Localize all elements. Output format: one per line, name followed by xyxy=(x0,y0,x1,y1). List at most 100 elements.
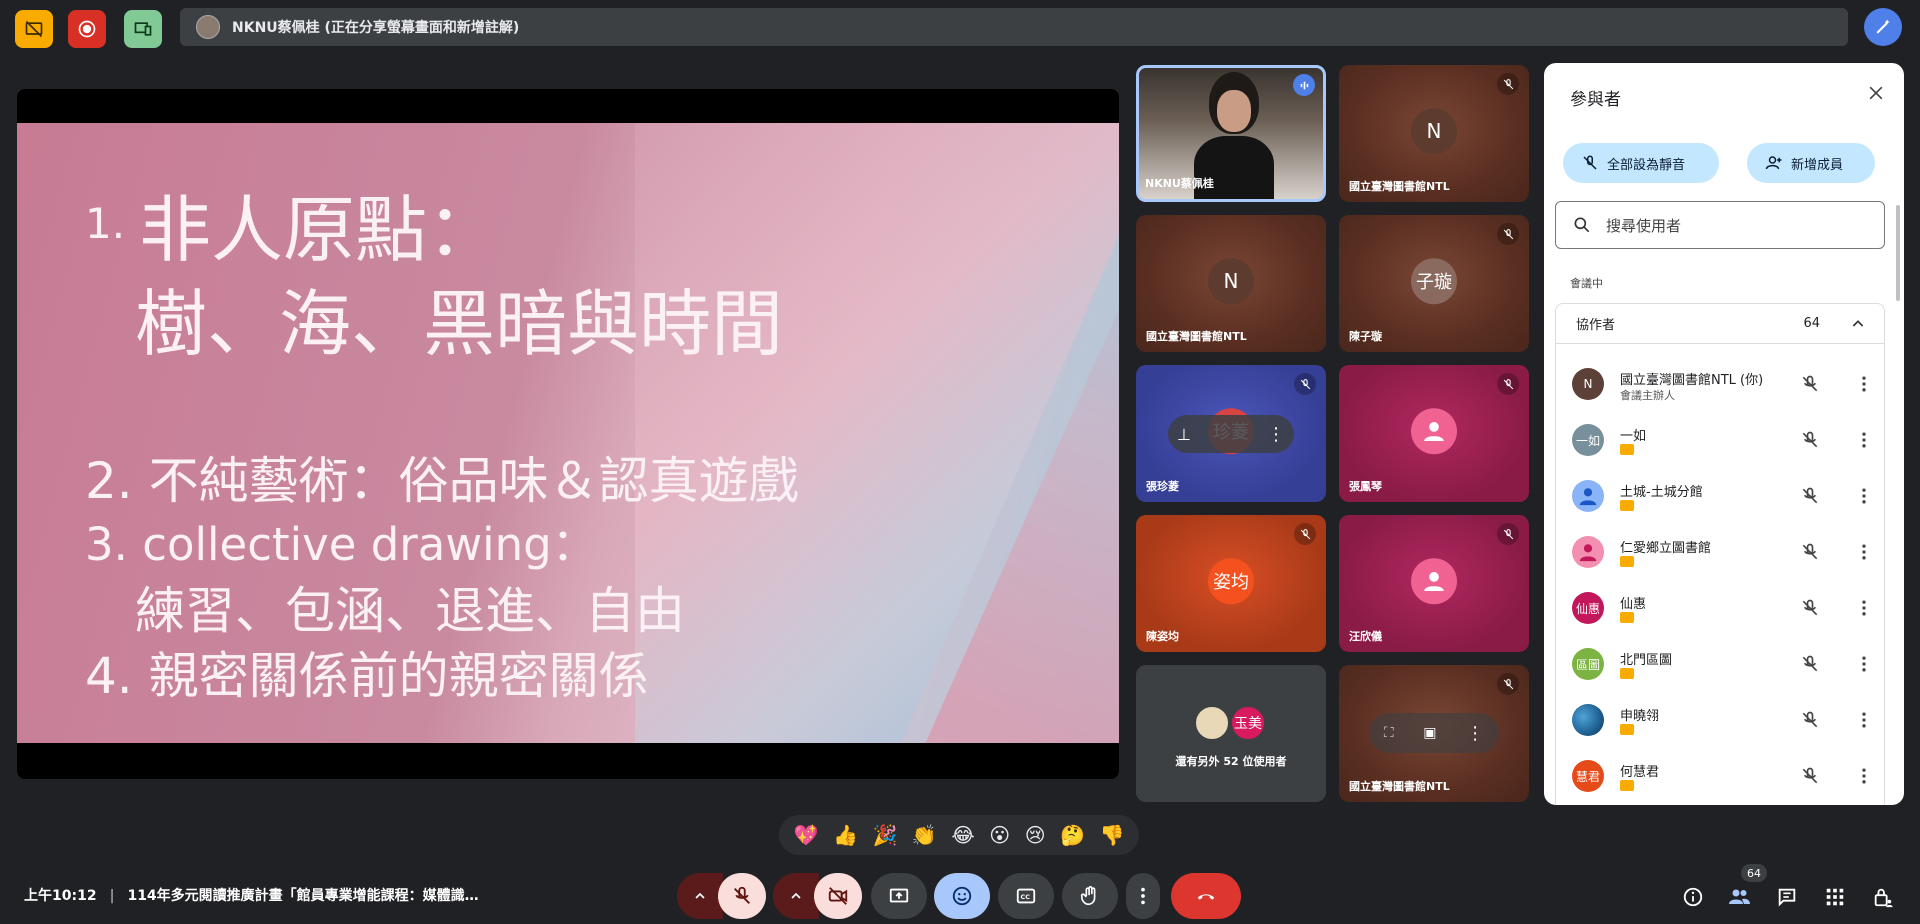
mic-off-icon[interactable] xyxy=(1800,710,1820,734)
participant-tile[interactable]: ⛶ ▣ ⋮ 國立臺灣圖書館NTL xyxy=(1339,665,1529,802)
participant-row[interactable]: 仁愛鄉立圖書館 xyxy=(1572,526,1882,582)
mic-off-icon[interactable] xyxy=(1800,598,1820,622)
speaking-indicator xyxy=(1293,74,1315,96)
slide-item1-number: 1. xyxy=(85,199,126,248)
present-button[interactable] xyxy=(871,873,927,919)
person-add-icon xyxy=(1765,156,1782,170)
contributor-badge-icon xyxy=(1620,500,1634,511)
reaction-party[interactable]: 🎉 xyxy=(872,823,897,847)
mic-off-icon[interactable] xyxy=(1800,374,1820,398)
mic-off-icon[interactable] xyxy=(1800,486,1820,510)
avatar: N xyxy=(1572,368,1604,400)
others-label: 還有另外 52 位使用者 xyxy=(1175,755,1287,768)
participant-row[interactable]: N 國立臺灣圖書館NTL (你) 會議主辦人 xyxy=(1572,358,1882,414)
reaction-heart[interactable]: 💖 xyxy=(794,823,819,847)
activities-button[interactable] xyxy=(1820,882,1850,912)
reaction-sad[interactable]: 😢 xyxy=(1025,823,1046,847)
participant-row[interactable]: 仙惠 仙惠 xyxy=(1572,582,1882,638)
raise-hand-button[interactable] xyxy=(1062,873,1118,919)
audio-options-button[interactable] xyxy=(677,873,723,919)
avatar xyxy=(1572,536,1604,568)
more-options-icon[interactable] xyxy=(1854,652,1874,680)
participant-row[interactable]: 申曉翎 xyxy=(1572,694,1882,750)
mic-off-icon[interactable] xyxy=(1800,766,1820,790)
search-icon xyxy=(1574,217,1590,233)
video-options-button[interactable] xyxy=(773,873,819,919)
more-options-icon[interactable] xyxy=(1854,484,1874,512)
collapse-button[interactable] xyxy=(1850,316,1866,336)
more-options-icon[interactable] xyxy=(1854,596,1874,624)
participant-row[interactable]: 一如 一如 xyxy=(1572,414,1882,470)
more-options-icon[interactable] xyxy=(1854,708,1874,736)
tile-name: 張珍菱 xyxy=(1146,480,1179,493)
stop-presenting-button[interactable] xyxy=(15,10,53,48)
people-count-badge: 64 xyxy=(1741,864,1767,882)
group-header[interactable]: 協作者 xyxy=(1556,304,1884,344)
host-controls-button[interactable] xyxy=(1868,882,1898,912)
participant-tile[interactable]: 子璇 陳子璇 xyxy=(1339,215,1529,352)
more-options-button[interactable] xyxy=(1126,873,1160,919)
more-options-icon[interactable]: ⋮ xyxy=(1466,723,1484,744)
avatar xyxy=(1572,480,1604,512)
companion-mode-button[interactable] xyxy=(124,10,162,48)
magic-pen-icon xyxy=(1876,19,1890,34)
tile-name: 陳子璇 xyxy=(1349,330,1382,343)
mic-off-icon[interactable] xyxy=(1800,654,1820,678)
leave-call-button[interactable] xyxy=(1171,873,1241,919)
reaction-surprised[interactable]: 😮 xyxy=(989,823,1010,847)
close-panel-button[interactable] xyxy=(1866,83,1886,107)
tile-name: 張鳳琴 xyxy=(1349,480,1382,493)
annotate-button[interactable] xyxy=(1864,8,1902,46)
pin-icon[interactable]: ⊥ xyxy=(1177,425,1191,444)
participant-row[interactable]: 區圖 北門區圖 xyxy=(1572,638,1882,694)
mic-off-icon xyxy=(1503,378,1513,389)
participant-tile[interactable]: 張鳳琴 xyxy=(1339,365,1529,502)
more-options-icon[interactable] xyxy=(1854,540,1874,568)
meeting-details-button[interactable] xyxy=(1678,882,1708,912)
reaction-thinking[interactable]: 🤔 xyxy=(1060,823,1085,847)
reaction-thumbs-down[interactable]: 👎 xyxy=(1100,823,1125,847)
chat-button[interactable] xyxy=(1772,882,1802,912)
participant-tile[interactable]: N 國立臺灣圖書館NTL xyxy=(1136,215,1326,352)
close-icon xyxy=(1869,86,1883,100)
meeting-info: 上午10:12 | 114年多元閱讀推廣計畫「館員專業增能課程：媒體識… xyxy=(24,885,479,905)
people-icon xyxy=(1729,889,1750,904)
mute-all-button[interactable]: 全部設為靜音 xyxy=(1563,143,1719,183)
panel-scrollbar[interactable] xyxy=(1896,205,1900,301)
avatar: 慧君 xyxy=(1572,760,1604,792)
camera-button[interactable] xyxy=(814,873,862,919)
more-options-icon[interactable] xyxy=(1854,372,1874,400)
search-people-input[interactable]: 搜尋使用者 xyxy=(1555,201,1885,249)
picture-icon[interactable]: ▣ xyxy=(1423,725,1436,741)
frame-icon[interactable]: ⛶ xyxy=(1384,725,1394,741)
more-options-icon[interactable] xyxy=(1854,764,1874,792)
participant-tile[interactable]: 姿均 陳姿均 xyxy=(1136,515,1326,652)
muted-indicator xyxy=(1497,73,1519,95)
mic-off-icon[interactable] xyxy=(1800,542,1820,566)
reaction-thumbs-up[interactable]: 👍 xyxy=(833,823,858,847)
present-to-all-icon xyxy=(889,888,909,903)
reaction-clap[interactable]: 👏 xyxy=(912,823,937,847)
more-options-icon[interactable] xyxy=(1854,428,1874,456)
recording-button[interactable] xyxy=(68,10,106,48)
participant-tile[interactable]: 汪欣儀 xyxy=(1339,515,1529,652)
mic-off-icon xyxy=(1503,678,1513,689)
reaction-laugh[interactable]: 😂 xyxy=(951,823,974,847)
participant-row[interactable]: 土城-土城分館 xyxy=(1572,470,1882,526)
contributor-badge-icon xyxy=(1620,724,1634,735)
emoji-reactions-button[interactable] xyxy=(934,873,990,919)
mic-off-icon[interactable] xyxy=(1800,430,1820,454)
captions-button[interactable]: CC xyxy=(998,873,1054,919)
others-tile[interactable]: 玉美 還有另外 52 位使用者 xyxy=(1136,665,1326,802)
avatar: 仙惠 xyxy=(1572,592,1604,624)
participant-tile[interactable]: 珍菱 ⊥ ⋮ 張珍菱 xyxy=(1136,365,1326,502)
participant-tile[interactable]: N 國立臺灣圖書館NTL xyxy=(1339,65,1529,202)
avatar xyxy=(1411,407,1457,454)
participant-tile-presenter[interactable]: NKNU蔡佩桂 xyxy=(1136,65,1326,202)
participant-row[interactable]: 慧君 何慧君 xyxy=(1572,750,1882,805)
contributor-badge-icon xyxy=(1620,444,1634,455)
add-people-button[interactable]: 新增成員 xyxy=(1747,143,1875,183)
people-button[interactable] xyxy=(1724,882,1754,912)
more-options-icon[interactable]: ⋮ xyxy=(1267,424,1285,445)
microphone-button[interactable] xyxy=(718,873,766,919)
